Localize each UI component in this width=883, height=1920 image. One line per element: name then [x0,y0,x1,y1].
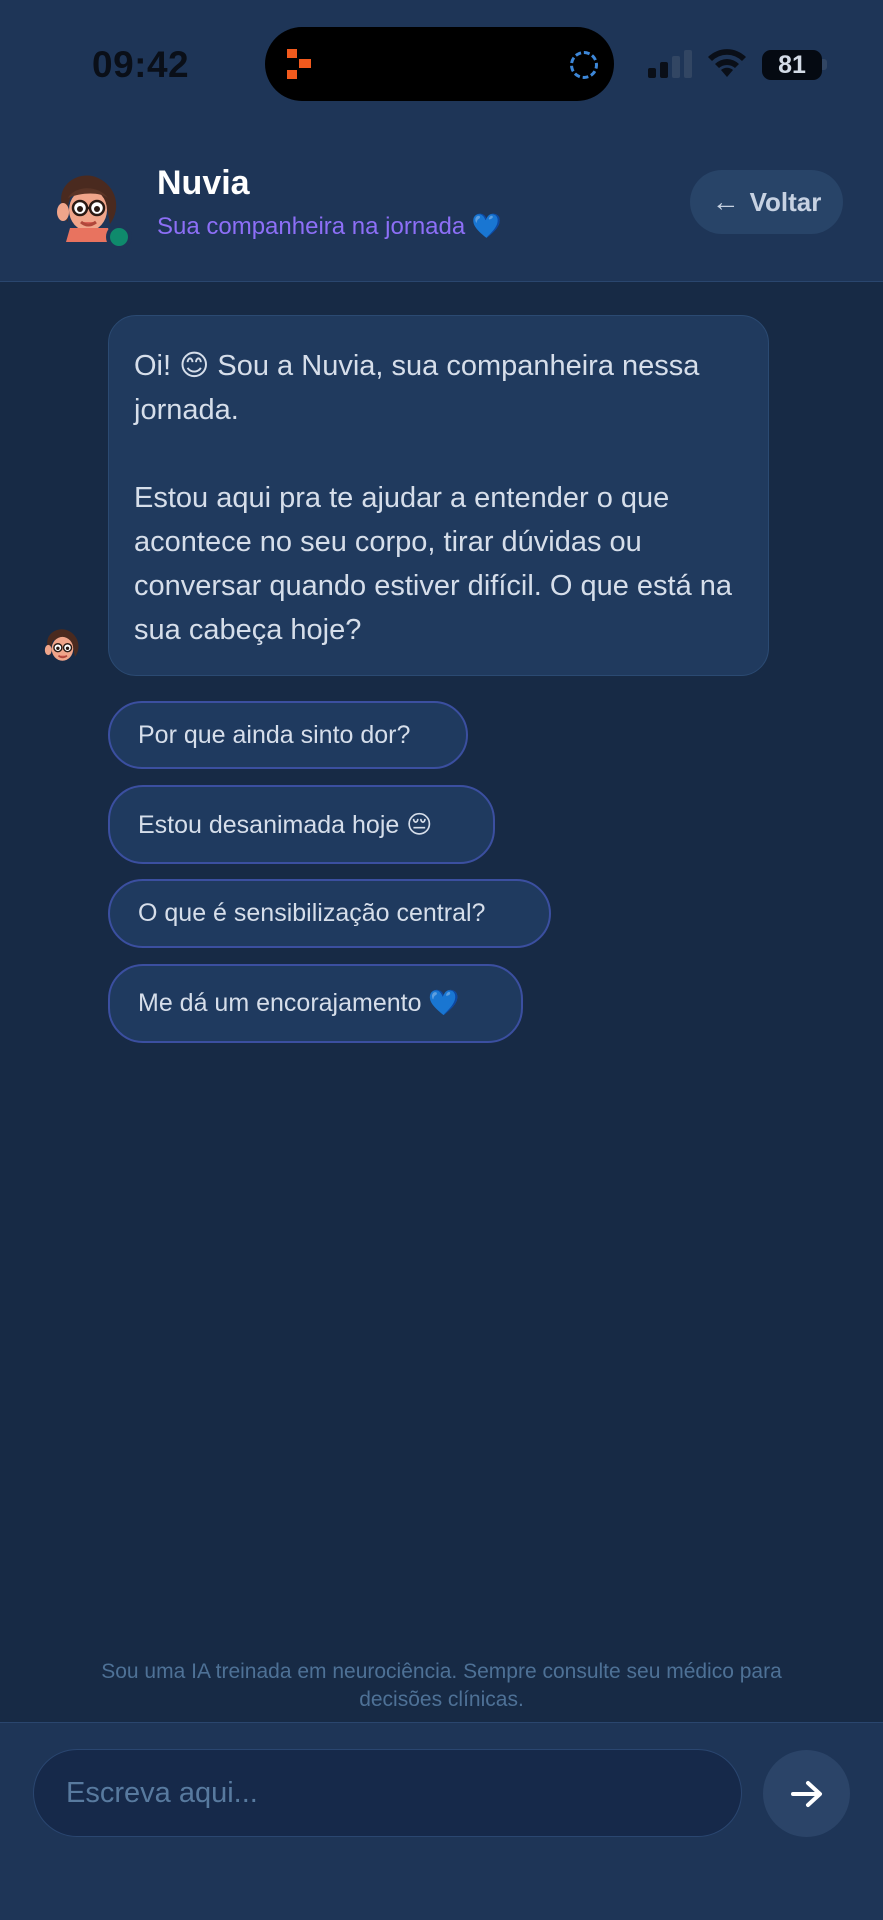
message-input[interactable] [33,1749,742,1837]
dynamic-island [265,27,614,101]
activity-spinner-icon [570,51,598,79]
battery-icon: 81 [762,50,822,80]
back-button[interactable]: ← Voltar [690,170,843,234]
battery-level: 81 [778,51,806,79]
chat-header: Nuvia Sua companheira na jornada 💙 ← Vol… [0,130,883,282]
suggestion-chip[interactable]: O que é sensibilização central? [108,879,551,948]
status-time: 09:42 [92,44,190,85]
suggestion-chip[interactable]: Estou desanimada hoje 😔 [108,785,495,864]
suggestion-chip[interactable]: Por que ainda sinto dor? [108,701,468,769]
message-paragraph: Estou aqui pra te ajudar a entender o qu… [134,482,733,646]
nuvia-message-avatar [44,629,79,661]
bot-name: Nuvia [157,164,250,202]
app-activity-icon [287,49,311,79]
ai-disclaimer: Sou uma IA treinada em neurociência. Sem… [101,1660,782,1711]
send-button[interactable] [763,1750,850,1837]
bot-subtitle: Sua companheira na jornada 💙 [157,213,502,240]
message-composer [0,1722,883,1920]
cellular-signal-icon [648,50,692,78]
arrow-left-icon: ← [711,186,740,217]
message-paragraph: Oi! 😊 Sou a Nuvia, sua companheira nessa… [134,350,700,426]
suggestion-chip[interactable]: Me dá um encorajamento 💙 [108,964,523,1043]
chat-screen: 09:42 81 Nuvia Sua companheira na jornad… [0,0,883,1920]
wifi-icon [708,49,746,77]
back-button-label: Voltar [749,186,822,217]
bot-message-bubble: Oi! 😊 Sou a Nuvia, sua companheira nessa… [108,315,769,676]
status-icons: 81 [648,47,828,81]
battery-cap [822,59,827,70]
status-bar: 09:42 81 [0,0,883,130]
arrow-right-icon [790,1780,822,1807]
online-status-dot [106,224,132,250]
